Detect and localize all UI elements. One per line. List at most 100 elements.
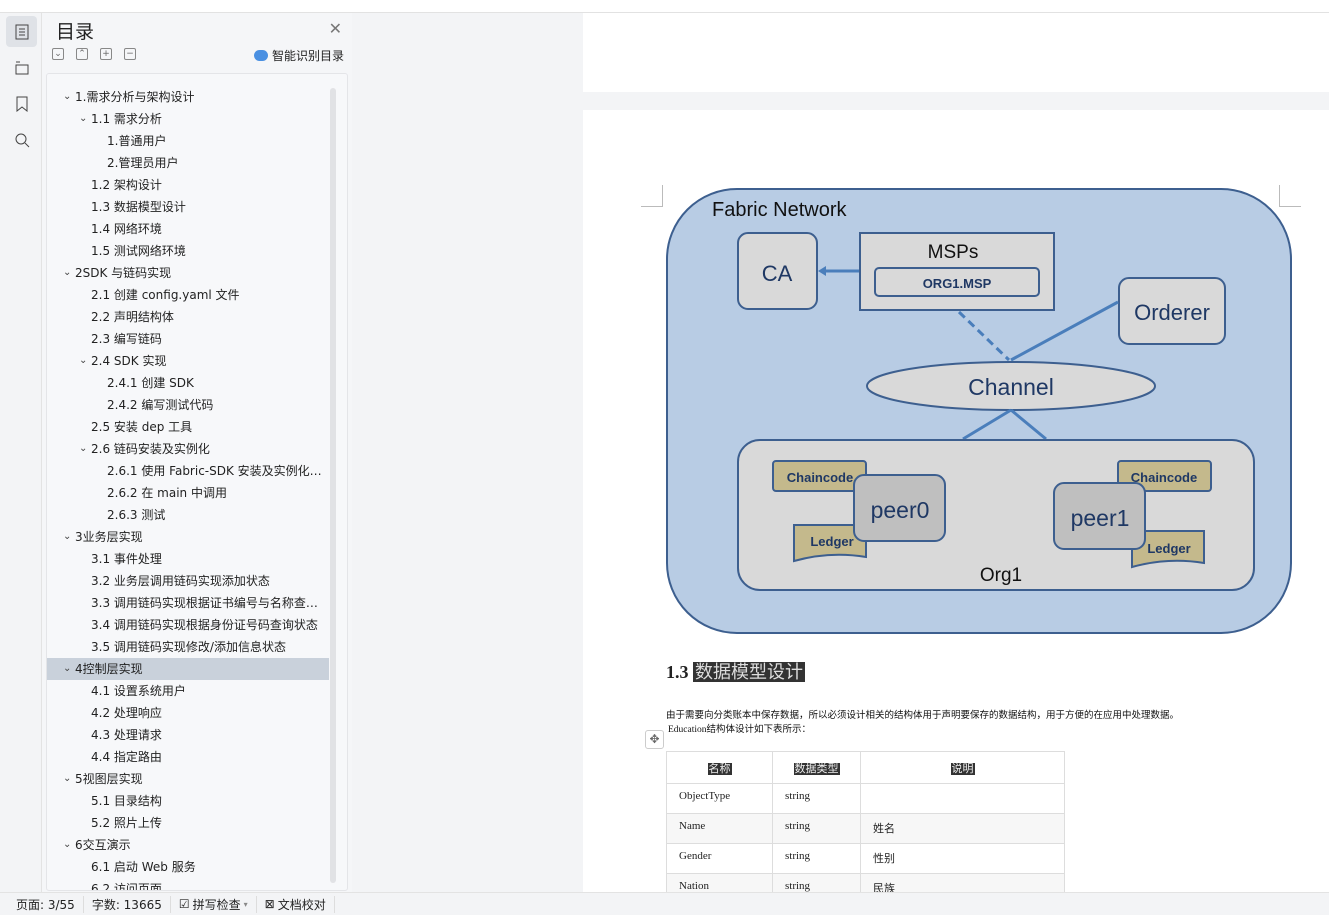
toc-item[interactable]: 2.5 安装 dep 工具 <box>47 416 329 438</box>
chevron-down-icon: ▾ <box>243 899 248 909</box>
search-icon[interactable] <box>6 124 37 155</box>
fabric-network-diagram: Fabric Network CA MSPs ORG1.MSP Orderer … <box>666 188 1292 634</box>
toc-item[interactable]: ⌄ 2.4 SDK 实现 <box>47 350 329 372</box>
toc-item[interactable]: ⌄ 4控制层实现 <box>47 658 329 680</box>
toc-item[interactable]: 6.1 启动 Web 服务 <box>47 856 329 878</box>
table-cell: string <box>772 843 861 874</box>
toc-item[interactable]: ⌄ 1.1 需求分析 <box>47 108 329 130</box>
toc-item[interactable]: 1.5 测试网络环境 <box>47 240 329 262</box>
toc-item-label: 6.2 访问页面 <box>91 882 162 891</box>
chevron-down-icon[interactable]: ⌄ <box>79 108 87 130</box>
chevron-down-icon[interactable]: ⌄ <box>63 834 71 856</box>
toc-item[interactable]: 3.1 事件处理 <box>47 548 329 570</box>
toc-item[interactable]: 3.2 业务层调用链码实现添加状态 <box>47 570 329 592</box>
toc-item[interactable]: 1.普通用户 <box>47 130 329 152</box>
table-row: ObjectType string <box>666 783 1065 814</box>
toc-item[interactable]: 4.2 处理响应 <box>47 702 329 724</box>
toc-item[interactable]: ⌄ 5视图层实现 <box>47 768 329 790</box>
chevron-down-icon[interactable]: ⌄ <box>63 658 71 680</box>
chevron-down-icon[interactable]: ⌄ <box>63 86 71 108</box>
chevron-down-icon[interactable]: ⌄ <box>63 262 71 284</box>
spell-check-button[interactable]: ☑ 拼写检查 ▾ <box>171 895 257 913</box>
ai-icon <box>253 50 268 61</box>
close-icon[interactable]: ✕ <box>329 19 342 38</box>
toc-item-label: 1.3 数据模型设计 <box>91 200 186 214</box>
toc-item-label: 4.3 处理请求 <box>91 728 162 742</box>
toc-item[interactable]: ⌄ 1.需求分析与架构设计 <box>47 86 329 108</box>
table-cell: ObjectType <box>666 783 773 814</box>
toc-item[interactable]: ⌄ 2SDK 与链码实现 <box>47 262 329 284</box>
toc-item[interactable]: 2.2 声明结构体 <box>47 306 329 328</box>
proofread-button[interactable]: ⊠ 文档校对 <box>257 895 335 913</box>
toc-item[interactable]: 1.4 网络环境 <box>47 218 329 240</box>
toc-item[interactable]: ⌄ 2.6 链码安装及实例化 <box>47 438 329 460</box>
toc-item[interactable]: 5.1 目录结构 <box>47 790 329 812</box>
section-heading: 1.3 数据模型设计 <box>666 658 805 684</box>
word-count: 字数: 13665 <box>84 895 171 913</box>
toc-item-label: 3.2 业务层调用链码实现添加状态 <box>91 574 270 588</box>
outline-icon[interactable] <box>6 52 37 83</box>
table-row: Gender string 性别 <box>666 843 1065 874</box>
table-cell: Name <box>666 813 773 844</box>
table-cell: 姓名 <box>860 813 1065 844</box>
table-header: 数据类型 <box>772 751 861 784</box>
smart-toc-button[interactable]: 智能识别目录 <box>253 47 344 64</box>
toc-item[interactable]: 6.2 访问页面 <box>47 878 329 891</box>
toc-item-label: 3.5 调用链码实现修改/添加信息状态 <box>91 640 286 654</box>
toc-item[interactable]: 4.3 处理请求 <box>47 724 329 746</box>
toc-icon[interactable] <box>6 16 37 47</box>
toc-item[interactable]: 1.3 数据模型设计 <box>47 196 329 218</box>
previous-page <box>583 13 1329 92</box>
spell-check-label: 拼写检查 <box>192 897 241 912</box>
ledger-label: Ledger <box>810 534 853 549</box>
toc-item[interactable]: 3.4 调用链码实现根据身份证号码查询状态 <box>47 614 329 636</box>
chevron-down-icon[interactable]: ⌄ <box>63 768 71 790</box>
add-button[interactable]: + <box>100 48 112 60</box>
education-struct-table: 名称 数据类型 说明 ObjectType string Name string 姓名 Gen… <box>666 751 1065 904</box>
toc-item[interactable]: 2.6.2 在 main 中调用 <box>47 482 329 504</box>
toc-item[interactable]: ⌄ 3业务层实现 <box>47 526 329 548</box>
toc-item-label: 4.1 设置系统用户 <box>91 684 186 698</box>
toc-item[interactable]: 3.5 调用链码实现修改/添加信息状态 <box>47 636 329 658</box>
toc-item[interactable]: 2.6.1 使用 Fabric-SDK 安装及实例化链码 <box>47 460 329 482</box>
chevron-down-icon[interactable]: ⌄ <box>63 526 71 548</box>
table-row: Name string 姓名 <box>666 813 1065 844</box>
toc-item[interactable]: ⌄ 6交互演示 <box>47 834 329 856</box>
toc-item[interactable]: 1.2 架构设计 <box>47 174 329 196</box>
chevron-down-icon[interactable]: ⌄ <box>79 350 87 372</box>
orderer-label: Orderer <box>1134 300 1210 325</box>
msps-label: MSPs <box>928 242 979 263</box>
toc-item[interactable]: 4.1 设置系统用户 <box>47 680 329 702</box>
toc-item[interactable]: 2.管理员用户 <box>47 152 329 174</box>
toc-item[interactable]: 5.2 照片上传 <box>47 812 329 834</box>
toc-item[interactable]: 2.4.1 创建 SDK <box>47 372 329 394</box>
expand-up-button[interactable]: ⌃ <box>76 48 88 60</box>
toc-item[interactable]: 2.1 创建 config.yaml 文件 <box>47 284 329 306</box>
crop-mark <box>641 185 663 207</box>
toc-item-label: 2.3 编写链码 <box>91 332 162 346</box>
toc-item-label: 2.1 创建 config.yaml 文件 <box>91 288 240 302</box>
toc-item-label: 6交互演示 <box>75 838 131 852</box>
bookmark-icon[interactable] <box>6 88 37 119</box>
toc-item[interactable]: 2.6.3 测试 <box>47 504 329 526</box>
toc-item[interactable]: 2.4.2 编写测试代码 <box>47 394 329 416</box>
ca-label: CA <box>762 261 793 286</box>
peer0-label: peer0 <box>871 497 930 523</box>
chaincode-label: Chaincode <box>787 470 853 485</box>
table-move-handle-icon[interactable]: ✥ <box>645 730 664 749</box>
toc-item-label: 1.1 需求分析 <box>91 112 162 126</box>
org1-msp-label: ORG1.MSP <box>923 276 992 291</box>
toc-item-label: 2.5 安装 dep 工具 <box>91 420 193 434</box>
collapse-all-button[interactable]: ⌄ <box>52 48 64 60</box>
page-count: 页面: 3/55 <box>8 895 84 913</box>
toc-item-label: 5视图层实现 <box>75 772 143 786</box>
toc-item-label: 4控制层实现 <box>75 662 143 676</box>
toc-item-label: 2.4.2 编写测试代码 <box>107 398 214 412</box>
toc-item[interactable]: 4.4 指定路由 <box>47 746 329 768</box>
toc-item[interactable]: 3.3 调用链码实现根据证书编号与名称查询状态 <box>47 592 329 614</box>
scrollbar[interactable] <box>330 88 336 883</box>
toc-item[interactable]: 2.3 编写链码 <box>47 328 329 350</box>
remove-button[interactable]: − <box>124 48 136 60</box>
chevron-down-icon[interactable]: ⌄ <box>79 438 87 460</box>
toc-item-label: 4.4 指定路由 <box>91 750 162 764</box>
